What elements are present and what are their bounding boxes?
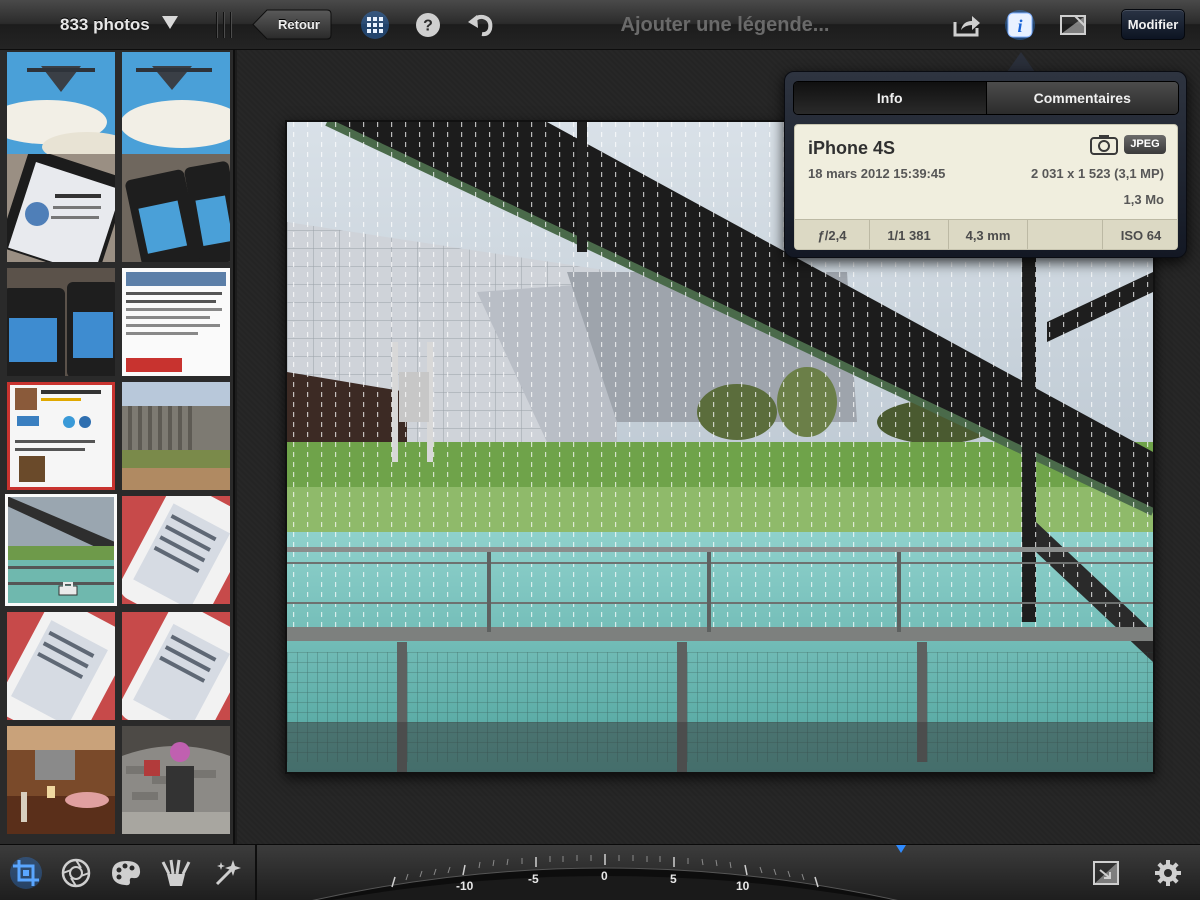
info-popover: Info Commentaires iPhone 4S JPEG 18 mars… (784, 52, 1187, 258)
undo-icon[interactable] (465, 9, 497, 41)
dial-label: -10 (456, 879, 474, 893)
dial-label: 10 (736, 879, 750, 893)
auto-enhance-icon[interactable] (1088, 855, 1124, 891)
photo-count-label: 833 photos (60, 15, 150, 34)
brush-icon[interactable] (158, 855, 194, 891)
back-button[interactable]: Retour (252, 9, 332, 40)
exif-shutter: 1/1 381 (870, 220, 949, 249)
thumbnail-iphone-settings[interactable] (122, 496, 230, 604)
iphoto-app: 833 photos Retour ? Ajouter une légende.… (0, 0, 1200, 900)
camera-icon (1090, 135, 1118, 155)
crop-icon[interactable] (8, 855, 44, 891)
thumbnail-ipad-accueil[interactable] (122, 154, 230, 262)
share-icon[interactable] (951, 9, 983, 41)
edit-tools (0, 845, 257, 900)
exif-empty (1028, 220, 1103, 249)
thumbnail-article-ipad[interactable] (122, 268, 230, 376)
exposure-icon[interactable] (58, 855, 94, 891)
capture-date: 18 mars 2012 15:39:45 (808, 166, 946, 181)
palette-icon[interactable] (108, 855, 144, 891)
popover-body: Info Commentaires iPhone 4S JPEG 18 mars… (784, 71, 1187, 258)
tab-info[interactable]: Info (794, 82, 986, 114)
dial-label: 5 (670, 872, 677, 886)
device-name: iPhone 4S (808, 138, 896, 158)
thumbnail-iphone-settings[interactable] (122, 612, 230, 720)
thumbnail-aircraft[interactable] (7, 52, 115, 160)
bottom-toolbar: -10 -5 0 5 10 (0, 844, 1200, 900)
thumbnail-iphone-settings[interactable] (7, 612, 115, 720)
resolution: 2 031 x 1 523 (3,1 MP) (1031, 166, 1164, 181)
thumbnail-stone-cottage[interactable] (122, 726, 230, 834)
triangle-down-icon[interactable] (162, 16, 178, 29)
tab-comments[interactable]: Commentaires (985, 82, 1178, 114)
format-badge: JPEG (1124, 135, 1166, 154)
thumbnail-sidebar[interactable] (0, 50, 235, 844)
toolbox-icon (58, 582, 78, 596)
popover-arrow (1007, 52, 1035, 72)
svg-text:?: ? (423, 18, 433, 35)
thumbnail-app-store[interactable] (7, 382, 115, 490)
dial-label: 0 (601, 869, 608, 883)
thumbnail-fountain-selected[interactable] (5, 494, 117, 606)
effects-icon[interactable] (210, 855, 246, 891)
thumbnail-ipad-press[interactable] (7, 268, 115, 376)
sidebar-resize-handle[interactable] (216, 12, 232, 38)
compare-icon[interactable] (1057, 9, 1089, 41)
exif-focal-length: 4,3 mm (949, 220, 1028, 249)
thumbnail-aircraft[interactable] (122, 52, 230, 160)
question-icon[interactable]: ? (412, 9, 444, 41)
album-selector[interactable]: 833 photos (0, 0, 235, 50)
edit-button[interactable]: Modifier (1121, 9, 1185, 40)
top-toolbar: 833 photos Retour ? Ajouter une légende.… (0, 0, 1200, 50)
thumbnail-ipad-ios5[interactable] (7, 154, 115, 262)
exif-iso: ISO 64 (1120, 228, 1162, 243)
caption-input[interactable] (560, 9, 890, 41)
exif-aperture: ƒ/2,4 (795, 220, 870, 249)
grid-icon[interactable] (359, 9, 391, 41)
svg-text:i: i (1017, 16, 1022, 36)
info-tabs: Info Commentaires (793, 81, 1179, 115)
straighten-dial[interactable]: -10 -5 0 5 10 (300, 845, 910, 900)
thumbnail-sculpture-garden[interactable] (122, 382, 230, 490)
dial-pointer (896, 845, 906, 853)
info-icon[interactable]: i (1004, 9, 1036, 41)
thumbnail-restaurant[interactable] (7, 726, 115, 834)
dial-label: -5 (528, 872, 539, 886)
settings-gear-icon[interactable] (1150, 855, 1186, 891)
back-button-label: Retour (278, 17, 320, 32)
file-size: 1,3 Mo (1123, 192, 1164, 207)
exif-row: ƒ/2,4 1/1 381 4,3 mm ISO 64 (795, 219, 1177, 249)
photo-info-card: iPhone 4S JPEG 18 mars 2012 15:39:45 2 0… (794, 124, 1178, 250)
